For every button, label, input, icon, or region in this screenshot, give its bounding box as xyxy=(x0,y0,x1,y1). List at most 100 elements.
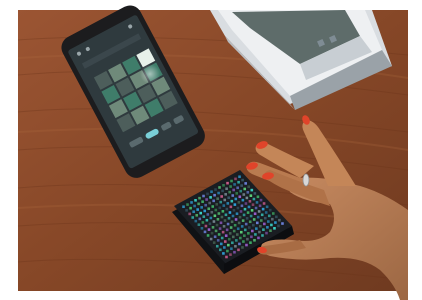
led-dot xyxy=(224,234,228,237)
led-dot xyxy=(186,203,189,206)
led-dot xyxy=(253,212,257,216)
led-dot xyxy=(256,215,260,219)
led-dot xyxy=(241,246,244,249)
led-dot xyxy=(281,222,284,225)
led-dot xyxy=(259,198,263,202)
led-dot xyxy=(211,205,215,208)
led-dot xyxy=(218,227,222,230)
led-dot xyxy=(188,212,191,216)
led-dot xyxy=(223,246,226,249)
led-dot xyxy=(229,185,232,188)
led-dot xyxy=(195,214,199,217)
led-dot xyxy=(234,197,238,201)
led-dot xyxy=(231,235,235,239)
led-dot xyxy=(268,208,272,212)
led-dot xyxy=(255,221,259,225)
led-dot xyxy=(204,203,207,207)
led-dot xyxy=(222,184,225,187)
led-dot xyxy=(213,193,216,197)
led-dot xyxy=(247,205,251,209)
led-dot xyxy=(247,185,251,189)
led-dot xyxy=(220,195,223,198)
led-dot xyxy=(190,201,193,204)
led-dot xyxy=(225,187,228,191)
led-dot xyxy=(230,247,233,250)
led-dot xyxy=(221,210,225,213)
led-dot xyxy=(222,225,226,228)
led-dot xyxy=(198,196,201,200)
led-dot xyxy=(244,182,247,185)
led-dot xyxy=(250,235,253,239)
led-dot xyxy=(271,212,275,215)
led-dot xyxy=(253,192,257,195)
led-dot xyxy=(275,215,278,219)
led-dot xyxy=(210,231,214,235)
led-dot xyxy=(235,212,239,216)
led-dot xyxy=(254,206,258,210)
led-dot xyxy=(206,213,210,216)
led-dot xyxy=(229,253,232,256)
led-dot xyxy=(201,221,205,224)
led-dot xyxy=(258,230,261,234)
led-dot xyxy=(253,238,256,242)
led-dot xyxy=(249,194,253,197)
led-dot xyxy=(242,213,246,217)
led-dot xyxy=(220,215,224,219)
led-dot xyxy=(255,201,259,204)
led-dot xyxy=(231,241,234,245)
led-dot xyxy=(252,218,256,221)
led-dot xyxy=(241,219,245,222)
led-dot xyxy=(227,196,231,200)
led-dot xyxy=(233,203,237,206)
led-dot xyxy=(202,194,205,198)
led-dot xyxy=(235,233,239,236)
led-dot xyxy=(207,228,211,231)
led-dot xyxy=(232,188,235,192)
led-dot xyxy=(250,209,254,212)
led-dot xyxy=(205,218,209,222)
led-dot xyxy=(202,215,206,218)
led-dot xyxy=(234,218,238,221)
led-dot xyxy=(239,230,243,234)
led-dot xyxy=(236,227,240,231)
led-dot xyxy=(229,226,233,229)
led-dot xyxy=(238,242,241,246)
led-dot xyxy=(228,190,231,194)
led-dot xyxy=(218,186,221,189)
led-dot xyxy=(246,237,249,241)
led-dot xyxy=(278,218,281,222)
led-dot xyxy=(222,204,226,207)
led-dot xyxy=(238,175,241,179)
led-dot xyxy=(237,201,241,204)
led-dot xyxy=(232,229,236,233)
led-dot xyxy=(224,193,227,196)
led-dot xyxy=(211,226,215,229)
led-dot xyxy=(238,195,242,199)
led-dot xyxy=(251,223,255,227)
led-dot xyxy=(257,210,261,213)
led-dot xyxy=(250,188,254,192)
led-dot xyxy=(240,184,243,187)
led-dot xyxy=(242,193,246,196)
led-dot xyxy=(234,244,237,248)
led-dot xyxy=(228,211,232,214)
led-dot xyxy=(215,244,219,248)
led-dot xyxy=(242,240,245,243)
led-dot xyxy=(201,200,204,203)
led-dot xyxy=(203,230,207,234)
led-dot xyxy=(207,207,211,211)
led-dot xyxy=(265,231,268,235)
led-dot xyxy=(206,192,209,196)
led-dot xyxy=(236,206,240,210)
led-dot xyxy=(237,248,240,252)
led-dot xyxy=(215,203,219,206)
led-dot xyxy=(265,205,269,209)
led-dot xyxy=(247,232,250,235)
led-dot xyxy=(221,230,225,234)
led-dot xyxy=(240,204,244,208)
led-dot xyxy=(244,202,248,205)
led-dot xyxy=(222,252,225,255)
led-dot xyxy=(239,189,243,193)
led-dot xyxy=(217,233,221,236)
led-dot xyxy=(215,223,219,227)
